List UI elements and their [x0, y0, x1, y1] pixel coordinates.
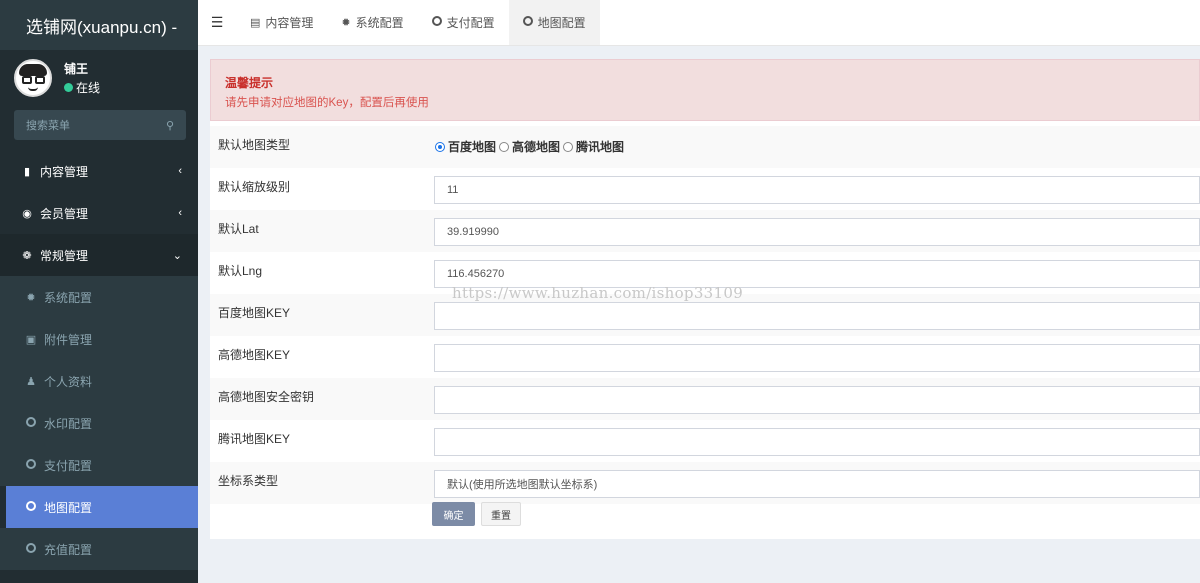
circle-icon: [24, 458, 38, 472]
map-type-label: 默认地图类型: [218, 138, 291, 152]
topbar: ☰ ▤ 内容管理 ✹ 系统配置 支付配置 地图配置: [198, 0, 1200, 46]
sidebar-item-general[interactable]: ❁ 常规管理 ⌄: [0, 234, 198, 276]
amap-key-input[interactable]: [434, 344, 1200, 372]
circle-icon: [24, 542, 38, 556]
sidebar-item-label: 水印配置: [44, 416, 93, 431]
circle-icon: [522, 16, 533, 29]
lat-input[interactable]: 39.919990: [434, 218, 1200, 246]
radio-label: 腾讯地图: [576, 140, 625, 154]
circle-icon: [24, 416, 38, 430]
sidebar-item-label: 个人资料: [44, 374, 93, 389]
circle-icon: [24, 500, 38, 514]
tab-system-config[interactable]: ✹ 系统配置: [327, 0, 417, 45]
lat-label: 默认Lat: [218, 222, 259, 236]
file-icon: ▮: [23, 165, 31, 178]
user-status: 在线: [64, 79, 100, 96]
amap-secret-row: 高德地图安全密钥: [210, 378, 1200, 420]
sidebar-item-watermark[interactable]: 水印配置: [0, 402, 198, 444]
tab-label: 地图配置: [537, 16, 586, 30]
sidebar: 选铺网(xuanpu.cn) - 铺王 在线 搜索菜单 ⚲ ▮ 内容管理 ‹ ◉…: [0, 0, 198, 583]
tab-content[interactable]: ▤ 内容管理: [236, 0, 327, 45]
amap-secret-input[interactable]: [434, 386, 1200, 414]
sidebar-item-attachments[interactable]: ▣ 附件管理: [0, 318, 198, 360]
tencent-key-input[interactable]: [434, 428, 1200, 456]
chevron-left-icon: ‹: [178, 165, 182, 177]
alert-title: 温馨提示: [225, 76, 274, 90]
coord-row: 坐标系类型 默认(使用所选地图默认坐标系): [210, 462, 1200, 504]
image-icon: ▣: [25, 333, 37, 346]
tab-payment[interactable]: 支付配置: [418, 0, 509, 45]
watermark-text: https://www.huzhan.com/ishop33109: [452, 284, 744, 302]
radio-amap[interactable]: 高德地图: [498, 138, 560, 155]
radio-label: 高德地图: [512, 140, 561, 154]
sidebar-item-label: 内容管理: [40, 164, 89, 179]
tab-map[interactable]: 地图配置: [508, 0, 600, 45]
radio-label: 百度地图: [448, 140, 497, 154]
reset-button[interactable]: 重置: [481, 502, 521, 526]
radio-tencent[interactable]: 腾讯地图: [562, 138, 624, 155]
coord-label: 坐标系类型: [218, 474, 279, 488]
circle-icon: [431, 16, 442, 29]
tab-label: 系统配置: [355, 16, 404, 30]
alert-box: 温馨提示 请先申请对应地图的Key，配置后再使用: [210, 59, 1200, 121]
tab-label: 内容管理: [265, 16, 314, 30]
user-circle-icon: ◉: [22, 207, 32, 220]
chevron-left-icon: ‹: [178, 207, 182, 219]
zoom-input[interactable]: 11: [434, 176, 1200, 204]
sidebar-item-label: 充值配置: [44, 542, 93, 557]
gear-icon: ✹: [26, 291, 36, 304]
tab-label: 支付配置: [446, 16, 495, 30]
amap-secret-label: 高德地图安全密钥: [218, 390, 315, 404]
coord-select[interactable]: 默认(使用所选地图默认坐标系): [434, 470, 1200, 498]
sidebar-item-label: 附件管理: [44, 332, 93, 347]
sidebar-item-profile[interactable]: ♟ 个人资料: [0, 360, 198, 402]
sidebar-item-system-config[interactable]: ✹ 系统配置: [0, 276, 198, 318]
person-icon: ♟: [26, 375, 36, 388]
user-panel: 铺王 在线: [0, 50, 198, 106]
amap-key-row: 高德地图KEY: [210, 336, 1200, 378]
sidebar-item-label: 会员管理: [40, 206, 89, 221]
avatar: [14, 59, 52, 97]
search-placeholder: 搜索菜单: [26, 120, 70, 132]
baidu-key-label: 百度地图KEY: [218, 306, 291, 320]
file-icon: ▤: [250, 17, 261, 29]
submit-button[interactable]: 确定: [432, 502, 475, 526]
menu-toggle-icon[interactable]: ☰: [198, 0, 236, 45]
alert-text: 请先申请对应地图的Key，配置后再使用: [225, 97, 429, 109]
online-dot-icon: [64, 83, 73, 92]
sidebar-item-label: 系统配置: [44, 290, 93, 305]
sidebar-item-label: 常规管理: [40, 248, 89, 263]
sidebar-item-payment[interactable]: 支付配置: [0, 444, 198, 486]
radio-unchecked-icon[interactable]: [563, 141, 574, 152]
map-type-row: 默认地图类型 百度地图 高德地图 腾讯地图: [210, 126, 1200, 168]
lng-label: 默认Lng: [218, 264, 263, 278]
user-name: 铺王: [64, 62, 89, 76]
gear-icon: ✹: [341, 17, 351, 29]
brand-title[interactable]: 选铺网(xuanpu.cn) -: [0, 0, 198, 50]
search-input[interactable]: 搜索菜单 ⚲: [14, 110, 186, 140]
lat-row: 默认Lat 39.919990: [210, 210, 1200, 252]
sidebar-item-label: 地图配置: [44, 500, 93, 515]
map-type-radios: 百度地图 高德地图 腾讯地图: [434, 138, 626, 155]
zoom-label: 默认缩放级别: [218, 180, 291, 194]
chevron-down-icon: ⌄: [172, 249, 182, 262]
search-icon[interactable]: ⚲: [166, 119, 174, 132]
tencent-key-label: 腾讯地图KEY: [218, 432, 291, 446]
zoom-row: 默认缩放级别 11: [210, 168, 1200, 210]
user-status-text: 在线: [76, 81, 101, 95]
sidebar-item-members[interactable]: ◉ 会员管理 ‹: [0, 192, 198, 234]
sidebar-item-recharge[interactable]: 充值配置: [0, 528, 198, 570]
radio-checked-icon[interactable]: [435, 141, 445, 152]
baidu-key-input[interactable]: [434, 302, 1200, 330]
sidebar-item-map[interactable]: 地图配置: [6, 486, 198, 528]
sidebar-item-label: 支付配置: [44, 458, 93, 473]
radio-unchecked-icon[interactable]: [499, 141, 510, 152]
radio-baidu[interactable]: 百度地图: [434, 138, 496, 155]
amap-key-label: 高德地图KEY: [218, 348, 291, 362]
sidebar-item-content[interactable]: ▮ 内容管理 ‹: [0, 150, 198, 192]
cogs-icon: ❁: [22, 249, 32, 262]
tencent-key-row: 腾讯地图KEY: [210, 420, 1200, 462]
